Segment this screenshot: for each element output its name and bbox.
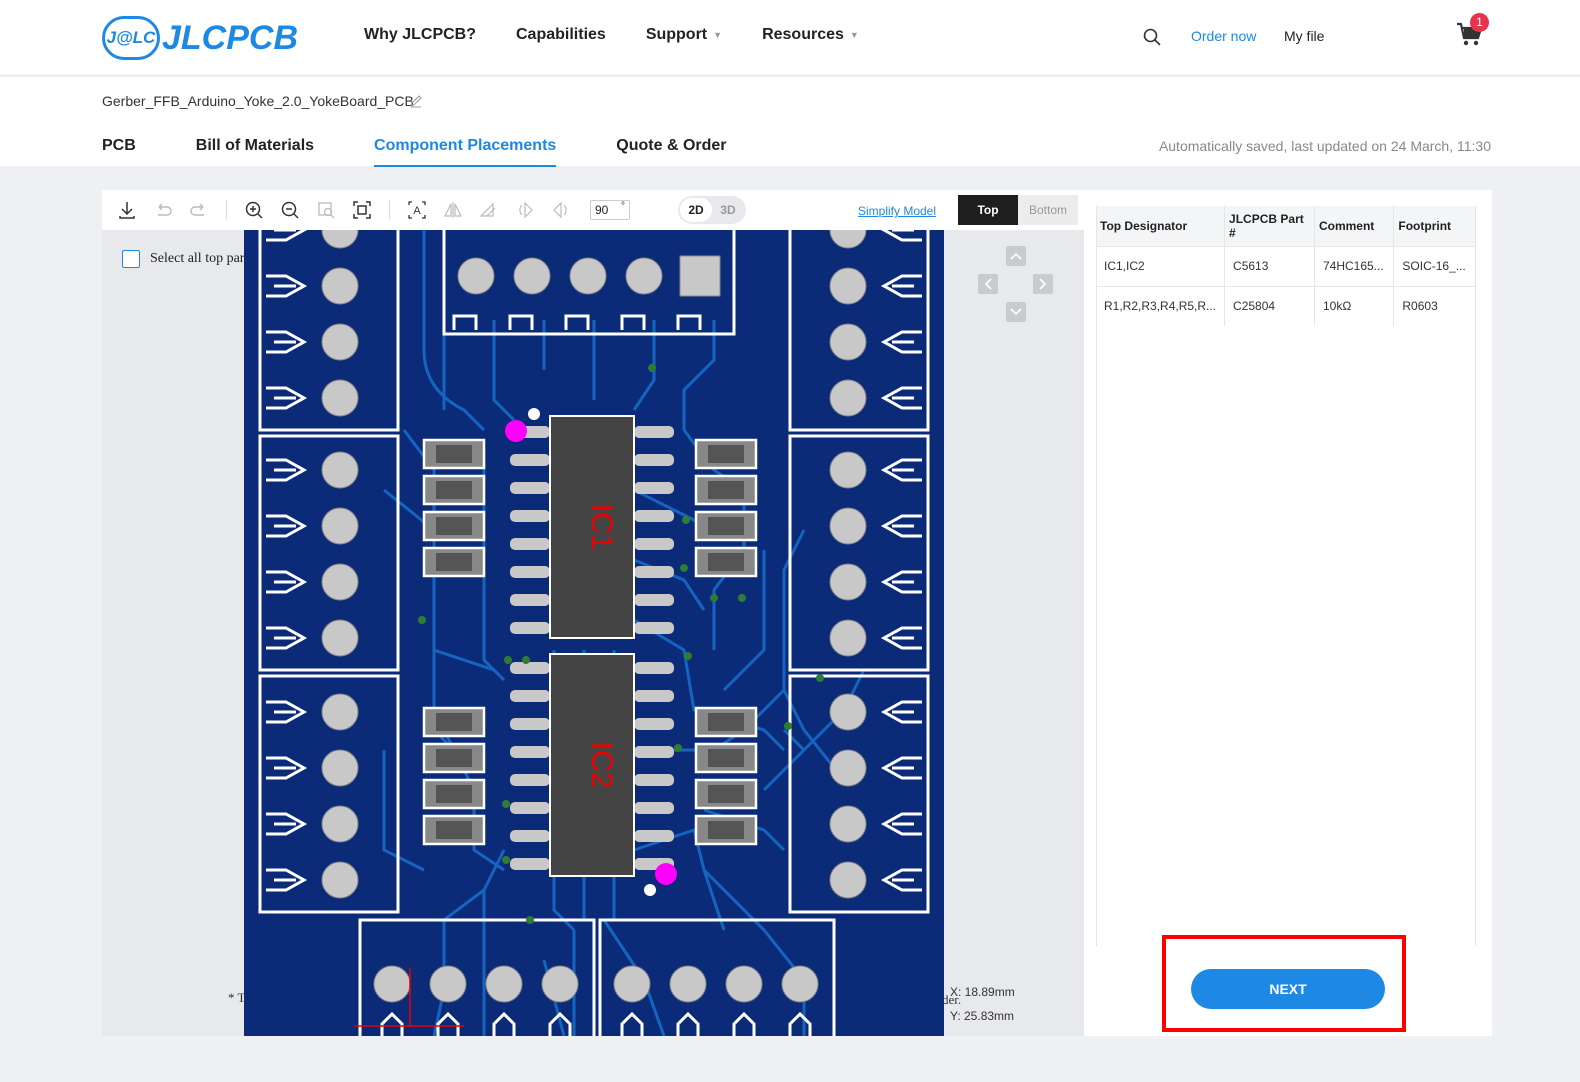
- file-header: Gerber_FFB_Arduino_Yoke_2.0_YokeBoard_PC…: [0, 77, 1580, 167]
- simplify-model-link[interactable]: Simplify Model: [858, 204, 936, 218]
- footnote-text: * T: [228, 990, 246, 1005]
- my-file-link[interactable]: My file: [1284, 28, 1324, 44]
- main-nav: Why JLCPCB? Capabilities Support ▼ Resour…: [364, 26, 899, 44]
- coord-x: X: 18.89mm: [950, 985, 1015, 999]
- view-mode-toggle: 2D 3D: [678, 196, 746, 224]
- pan-left-button[interactable]: [978, 274, 998, 294]
- svg-text:A: A: [413, 205, 421, 217]
- placement-bom-panel: Top Designator JLCPCB Part # Comment Foo…: [1084, 190, 1492, 1036]
- zoom-selection-icon[interactable]: [315, 199, 337, 221]
- cell-comment: 10kΩ: [1314, 285, 1395, 326]
- jlcpcb-logo[interactable]: J@LC JLCPCB: [102, 14, 298, 62]
- ic2-label: IC2: [585, 742, 618, 789]
- rotation-value: 90: [595, 203, 609, 217]
- flip-vertical-icon[interactable]: [478, 199, 500, 221]
- cursor-coordinates: X: 18.89mm Y: 25.83mm: [950, 980, 1015, 1028]
- pin1-marker: [655, 863, 677, 885]
- pin1-dot: [644, 884, 656, 896]
- chevron-left-icon: [984, 278, 992, 290]
- board-side-toggle: Top Bottom: [958, 195, 1078, 225]
- pan-up-button[interactable]: [1006, 246, 1026, 266]
- pin1-marker: [505, 420, 527, 442]
- nav-label: Resources: [762, 26, 844, 43]
- nav-label: Support: [645, 26, 708, 43]
- degree-symbol: °: [621, 201, 625, 212]
- ic1-label: IC1: [585, 504, 618, 551]
- toolbar-divider: [389, 200, 390, 220]
- order-now-link[interactable]: Order now: [1191, 28, 1256, 44]
- fit-view-icon[interactable]: [351, 199, 373, 221]
- cell-designator: R1,R2,R3,R4,R5,R...: [1096, 285, 1226, 326]
- rotate-right-icon[interactable]: [550, 199, 572, 221]
- select-all-top-parts[interactable]: Select all top parts: [122, 250, 254, 268]
- coord-y: Y: 25.83mm: [950, 1009, 1015, 1023]
- view-2d-button[interactable]: 2D: [680, 198, 712, 222]
- bottom-side-button[interactable]: Bottom: [1018, 195, 1078, 225]
- toolbar-divider: [226, 200, 227, 220]
- pan-down-button[interactable]: [1006, 302, 1026, 322]
- pin1-dot: [528, 408, 540, 420]
- zoom-out-icon[interactable]: [279, 199, 301, 221]
- pcb-board-render[interactable]: IC1 IC2: [244, 230, 944, 1036]
- logo-text: JLCPCB: [162, 18, 299, 57]
- pcb-viewer[interactable]: A 90 ° 2D 3D Simplify Model Top Bottom Se…: [102, 190, 1084, 1036]
- nav-support[interactable]: Support ▼: [646, 26, 722, 44]
- cell-designator: IC1,IC2: [1096, 245, 1226, 286]
- tab-quote-order[interactable]: Quote & Order: [616, 137, 726, 167]
- cell-footprint: SOIC-16_...: [1393, 245, 1476, 286]
- col-top-designator[interactable]: Top Designator: [1096, 206, 1226, 246]
- rotate-left-icon[interactable]: [514, 199, 536, 221]
- table-row[interactable]: IC1,IC2 C5613 74HC165... SOIC-16_...: [1096, 245, 1476, 286]
- logo-badge: J@LC: [102, 16, 160, 60]
- nav-capabilities[interactable]: Capabilities: [516, 26, 606, 44]
- next-button[interactable]: NEXT: [1191, 969, 1385, 1009]
- bom-header-row: Top Designator JLCPCB Part # Comment Foo…: [1096, 206, 1476, 246]
- bom-table: Top Designator JLCPCB Part # Comment Foo…: [1096, 206, 1476, 326]
- select-all-label: Select all top parts: [150, 251, 254, 266]
- top-side-button[interactable]: Top: [958, 195, 1018, 225]
- edit-icon[interactable]: [409, 94, 423, 108]
- redo-icon[interactable]: [188, 199, 210, 221]
- pan-right-button[interactable]: [1033, 274, 1053, 294]
- tab-component-placements[interactable]: Component Placements: [374, 137, 557, 167]
- tab-bill-of-materials[interactable]: Bill of Materials: [196, 137, 314, 167]
- search-icon[interactable]: [1142, 27, 1162, 47]
- flip-horizontal-icon[interactable]: [442, 199, 464, 221]
- nav-why-jlcpcb[interactable]: Why JLCPCB?: [364, 26, 476, 44]
- col-comment[interactable]: Comment: [1314, 206, 1395, 246]
- chevron-down-icon: [1010, 308, 1022, 316]
- col-footprint[interactable]: Footprint: [1393, 206, 1476, 246]
- nav-label: Why JLCPCB?: [364, 26, 476, 43]
- caret-down-icon: ▼: [849, 30, 859, 40]
- cell-part: C25804: [1224, 285, 1315, 326]
- rotation-angle-input[interactable]: 90 °: [590, 200, 630, 220]
- tab-pcb[interactable]: PCB: [102, 137, 136, 167]
- caret-down-icon: ▼: [713, 30, 723, 40]
- viewer-toolbar: A 90 ° 2D 3D Simplify Model Top Bottom: [102, 190, 1084, 230]
- download-icon[interactable]: [116, 199, 138, 221]
- chevron-right-icon: [1039, 278, 1047, 290]
- table-row[interactable]: R1,R2,R3,R4,R5,R... C25804 10kΩ R0603: [1096, 285, 1476, 326]
- undo-icon[interactable]: [152, 199, 174, 221]
- autosave-status: Automatically saved, last updated on 24 …: [1158, 138, 1491, 154]
- cell-part: C5613: [1224, 245, 1315, 286]
- nav-label: Capabilities: [516, 26, 606, 43]
- cell-footprint: R0603: [1393, 285, 1476, 326]
- text-toggle-icon[interactable]: A: [406, 199, 428, 221]
- step-tabs: PCB Bill of Materials Component Placemen…: [102, 137, 787, 167]
- chevron-up-icon: [1010, 252, 1022, 260]
- top-navigation-bar: J@LC JLCPCB Why JLCPCB? Capabilities Sup…: [0, 0, 1580, 76]
- cart-count-badge: 1: [1470, 13, 1489, 32]
- zoom-in-icon[interactable]: [243, 199, 265, 221]
- nav-resources[interactable]: Resources ▼: [762, 26, 859, 44]
- select-all-checkbox[interactable]: [122, 250, 140, 268]
- cell-comment: 74HC165...: [1314, 245, 1395, 286]
- view-3d-button[interactable]: 3D: [712, 198, 744, 222]
- col-jlcpcb-part[interactable]: JLCPCB Part #: [1224, 206, 1315, 246]
- file-name: Gerber_FFB_Arduino_Yoke_2.0_YokeBoard_PC…: [102, 93, 414, 109]
